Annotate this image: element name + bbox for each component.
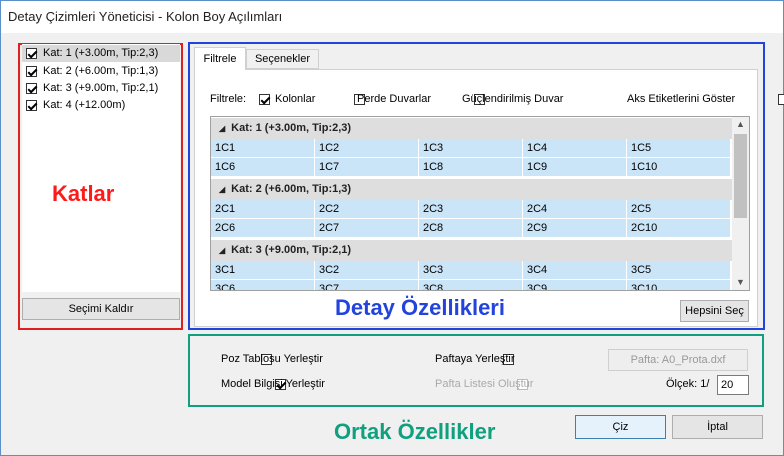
column-grid[interactable]: ◢ Kat: 1 (+3.00m, Tip:2,3) 1C1 1C2 1C3 1C… [210, 116, 750, 291]
grid-cell[interactable]: 3C5 [627, 261, 731, 280]
grid-cell[interactable]: 1C4 [523, 139, 627, 158]
model-info-label: Model Bilgisi Yerleştir [221, 378, 325, 390]
collapse-triangle-icon[interactable]: ◢ [219, 118, 225, 139]
columns-label: Kolonlar [275, 93, 316, 105]
floor-3-checkbox[interactable] [26, 82, 37, 94]
reinforced-wall-label: Güçlendirilmiş Duvar [462, 93, 564, 105]
grid-cell[interactable]: 3C7 [315, 280, 419, 290]
grid-cell[interactable]: 2C8 [419, 219, 523, 238]
table-row: 1C1 1C2 1C3 1C4 1C5 [211, 139, 733, 158]
select-all-button[interactable]: Hepsini Seç [680, 300, 749, 322]
columns-checkbox[interactable] [259, 93, 270, 105]
clear-selection-button[interactable]: Seçimi Kaldır [22, 298, 180, 320]
grid-cell[interactable]: 1C7 [315, 158, 419, 177]
grid-cell[interactable]: 2C9 [523, 219, 627, 238]
place-sheet-label: Paftaya Yerleştir [435, 353, 515, 365]
sheet-list-label: Pafta Listesi Oluştur [435, 378, 534, 390]
pos-table-label: Poz Tablosu Yerleştir [221, 353, 323, 365]
floor-item-4[interactable]: Kat: 4 (+12.00m) [26, 97, 125, 114]
table-row: 1C6 1C7 1C8 1C9 1C10 [211, 158, 733, 177]
grid-cell[interactable]: 1C1 [211, 139, 315, 158]
filter-label: Filtrele: [210, 93, 247, 105]
detail-annotation-label: Detay Özellikleri [335, 295, 505, 320]
cancel-button[interactable]: İptal [672, 415, 763, 439]
grid-cell[interactable]: 2C5 [627, 200, 731, 219]
grid-cell[interactable]: 1C8 [419, 158, 523, 177]
table-row: 3C1 3C2 3C3 3C4 3C5 [211, 261, 733, 280]
grid-cell[interactable]: 1C9 [523, 158, 627, 177]
floor-item-3[interactable]: Kat: 3 (+9.00m, Tip:2,1) [26, 80, 158, 97]
grid-cell[interactable]: 2C7 [315, 219, 419, 238]
tab-filter[interactable]: Filtrele [194, 47, 246, 70]
scroll-down-arrow-icon[interactable]: ▼ [736, 277, 745, 287]
grid-cell[interactable]: 1C2 [315, 139, 419, 158]
grid-cell[interactable]: 3C3 [419, 261, 523, 280]
floor-1-checkbox[interactable] [26, 47, 37, 59]
grid-scrollbar[interactable]: ▲ ▼ [732, 117, 749, 290]
collapse-triangle-icon[interactable]: ◢ [219, 240, 225, 261]
axis-labels-label: Aks Etiketlerini Göster [627, 93, 736, 105]
dialog-window: Detay Çizimleri Yöneticisi - Kolon Boy A… [0, 0, 784, 456]
floor-item-label: Kat: 4 (+12.00m) [43, 99, 126, 111]
grid-cell[interactable]: 3C10 [627, 280, 731, 290]
table-row: 3C6 3C7 3C8 3C9 3C10 [211, 280, 733, 290]
collapse-triangle-icon[interactable]: ◢ [219, 179, 225, 200]
floors-annotation-label: Katlar [52, 181, 115, 206]
table-row: 2C6 2C7 2C8 2C9 2C10 [211, 219, 733, 238]
floor-2-checkbox[interactable] [26, 65, 37, 77]
floor-item-1[interactable]: Kat: 1 (+3.00m, Tip:2,3) [22, 45, 180, 62]
shear-walls-label: Perde Duvarlar [357, 93, 431, 105]
floor-item-label: Kat: 2 (+6.00m, Tip:1,3) [43, 65, 159, 77]
grid-cell[interactable]: 2C2 [315, 200, 419, 219]
grid-cell[interactable]: 1C3 [419, 139, 523, 158]
floors-list[interactable]: Kat: 1 (+3.00m, Tip:2,3) Kat: 2 (+6.00m,… [22, 44, 180, 292]
window-title: Detay Çizimleri Yöneticisi - Kolon Boy A… [8, 9, 283, 24]
grid-cell[interactable]: 2C3 [419, 200, 523, 219]
floor-item-2[interactable]: Kat: 2 (+6.00m, Tip:1,3) [26, 63, 158, 80]
group-header[interactable]: ◢ Kat: 2 (+6.00m, Tip:1,3) [211, 179, 733, 200]
tab-options[interactable]: Seçenekler [246, 49, 319, 69]
title-bar: Detay Çizimleri Yöneticisi - Kolon Boy A… [1, 1, 783, 33]
floor-item-label: Kat: 1 (+3.00m, Tip:2,3) [43, 47, 159, 59]
grid-cell[interactable]: 2C1 [211, 200, 315, 219]
grid-cell[interactable]: 2C6 [211, 219, 315, 238]
scroll-thumb[interactable] [734, 134, 747, 218]
sheet-file-button[interactable]: Pafta: A0_Prota.dxf [608, 349, 748, 371]
grid-cell[interactable]: 2C10 [627, 219, 731, 238]
scale-input[interactable]: 20 [717, 375, 749, 395]
common-annotation-label: Ortak Özellikler [334, 419, 496, 444]
grid-cell[interactable]: 3C6 [211, 280, 315, 290]
grid-cell[interactable]: 2C4 [523, 200, 627, 219]
grid-cell[interactable]: 1C10 [627, 158, 731, 177]
grid-cell[interactable]: 3C9 [523, 280, 627, 290]
grid-cell[interactable]: 1C6 [211, 158, 315, 177]
draw-button[interactable]: Çiz [575, 415, 666, 439]
scroll-up-arrow-icon[interactable]: ▲ [736, 119, 745, 129]
grid-cell[interactable]: 3C2 [315, 261, 419, 280]
floor-item-label: Kat: 3 (+9.00m, Tip:2,1) [43, 82, 159, 94]
table-row: 2C1 2C2 2C3 2C4 2C5 [211, 200, 733, 219]
scale-label: Ölçek: 1/ [666, 378, 710, 390]
grid-cell[interactable]: 3C4 [523, 261, 627, 280]
floor-4-checkbox[interactable] [26, 99, 37, 111]
grid-cell[interactable]: 3C8 [419, 280, 523, 290]
axis-labels-checkbox[interactable] [778, 93, 784, 105]
grid-cell[interactable]: 1C5 [627, 139, 731, 158]
grid-cell[interactable]: 3C1 [211, 261, 315, 280]
group-header[interactable]: ◢ Kat: 1 (+3.00m, Tip:2,3) [211, 118, 733, 139]
group-header[interactable]: ◢ Kat: 3 (+9.00m, Tip:2,1) [211, 240, 733, 261]
